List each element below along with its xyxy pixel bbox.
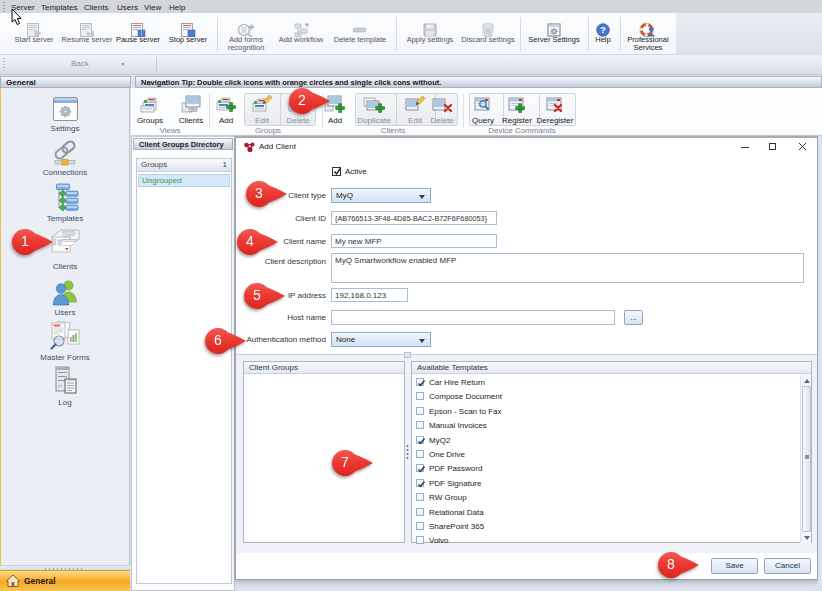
svg-text:?: ?: [600, 24, 606, 35]
